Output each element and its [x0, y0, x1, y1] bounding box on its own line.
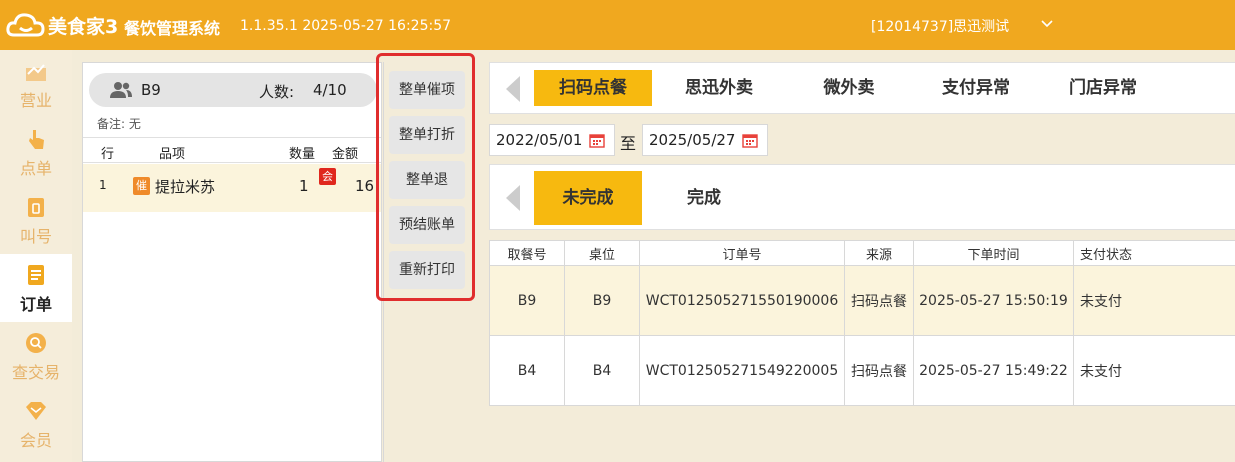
nav-item-order-dish[interactable]: 点单 [0, 118, 72, 186]
date-from-input[interactable]: 2022/05/01 [489, 124, 615, 156]
highlight-frame [376, 53, 475, 301]
nav-label: 点单 [19, 159, 52, 178]
calendar-icon[interactable] [589, 132, 605, 148]
source-tabs: 扫码点餐 思迅外卖 微外卖 支付异常 门店异常 [489, 62, 1235, 114]
cell-pickup-number: B9 [489, 265, 565, 336]
logo-text: 美食家3 [48, 15, 119, 38]
col-table: 桌位 [564, 240, 640, 266]
app-title: 餐饮管理系统 [124, 19, 221, 38]
account-name[interactable]: [12014737]思迅测试 [871, 16, 1009, 36]
date-from-value: 2022/05/01 [496, 131, 583, 149]
col-order-number: 订单号 [639, 240, 845, 266]
cloud-logo-icon [6, 13, 45, 37]
item-amount: 16 [355, 177, 375, 195]
item-index: 1 [99, 178, 107, 192]
cell-payment-status: 未支付 [1073, 265, 1235, 336]
tab-incomplete[interactable]: 未完成 [534, 171, 642, 225]
status-back-arrow-icon[interactable] [506, 185, 520, 211]
people-icon [110, 82, 132, 98]
table-header-row: 取餐号 桌位 订单号 来源 下单时间 支付状态 [489, 240, 1235, 266]
table-row[interactable]: B9 B9 WCT012505271550190006 扫码点餐 2025-05… [489, 265, 1235, 336]
col-row: 行 [101, 147, 115, 162]
cell-order-number: WCT012505271549220005 [639, 335, 845, 406]
number-ticket-icon [28, 198, 44, 217]
order-note: 备注: 无 [97, 117, 141, 131]
cell-pickup-number: B4 [489, 335, 565, 406]
nav-item-transactions[interactable]: 查交易 [0, 322, 72, 390]
tab-payment-exception[interactable]: 支付异常 [917, 70, 1035, 106]
table-number: B9 [141, 81, 161, 99]
tab-wechat-takeout[interactable]: 微外卖 [790, 70, 908, 106]
table-info-pill: B9 人数: 4/10 [89, 73, 377, 107]
cell-order-time: 2025-05-27 15:50:19 [913, 265, 1074, 336]
col-qty: 数量 [289, 147, 316, 162]
table-row[interactable]: B4 B4 WCT012505271549220005 扫码点餐 2025-05… [489, 335, 1235, 406]
tab-store-exception[interactable]: 门店异常 [1044, 70, 1162, 106]
item-name: 提拉米苏 [155, 178, 216, 196]
chart-icon [26, 64, 46, 81]
version-text: 1.1.35.1 2025-05-27 16:25:57 [240, 18, 452, 34]
member-price-badge: 会 [319, 168, 336, 185]
date-to-value: 2025/05/27 [649, 131, 736, 149]
nav-label: 订单 [19, 295, 52, 314]
col-payment-status: 支付状态 [1073, 240, 1235, 266]
cell-table: B9 [564, 265, 640, 336]
items-header: 行 品项 数量 金额 [83, 137, 381, 163]
cell-payment-status: 未支付 [1073, 335, 1235, 406]
nav-item-call-number[interactable]: 叫号 [0, 186, 72, 254]
col-amount: 金额 [332, 147, 359, 162]
chevron-down-icon[interactable] [1040, 17, 1054, 31]
nav-item-members[interactable]: 会员 [0, 390, 72, 458]
tab-complete[interactable]: 完成 [650, 171, 758, 225]
col-source: 来源 [844, 240, 914, 266]
calendar-icon[interactable] [742, 132, 758, 148]
order-detail-panel: B9 人数: 4/10 备注: 无 行 品项 数量 金额 1 催 提拉米苏 1 … [82, 62, 382, 462]
tabs-back-arrow-icon[interactable] [506, 76, 520, 102]
tab-sixun-takeout[interactable]: 思迅外卖 [660, 70, 778, 106]
item-qty: 1 [299, 177, 309, 195]
status-tabs: 未完成 完成 [489, 164, 1235, 230]
app-logo: 美食家3 [6, 11, 118, 39]
cell-order-time: 2025-05-27 15:49:22 [913, 335, 1074, 406]
left-nav: 营业 点单 叫号 订单 查交易 会员 [0, 50, 72, 462]
search-transaction-icon [26, 333, 46, 353]
col-pickup-number: 取餐号 [489, 240, 565, 266]
orders-table: 取餐号 桌位 订单号 来源 下单时间 支付状态 B9 B9 WCT0125052… [489, 240, 1235, 406]
people-label: 人数: [259, 83, 295, 101]
date-range-separator: 至 [620, 134, 637, 153]
hand-pointer-icon [29, 130, 44, 149]
nav-item-orders[interactable]: 订单 [0, 254, 72, 322]
nav-label: 营业 [19, 91, 52, 110]
cell-order-number: WCT012505271550190006 [639, 265, 845, 336]
order-item-row[interactable]: 1 催 提拉米苏 1 会 16 [83, 164, 381, 212]
tab-scan-order[interactable]: 扫码点餐 [534, 70, 652, 106]
cell-source: 扫码点餐 [844, 265, 914, 336]
urge-badge: 催 [133, 177, 150, 195]
nav-label: 叫号 [19, 227, 52, 246]
col-order-time: 下单时间 [913, 240, 1074, 266]
member-diamond-icon [26, 402, 46, 420]
nav-label: 查交易 [11, 363, 60, 382]
col-item: 品项 [159, 147, 186, 162]
top-bar: 美食家3 餐饮管理系统 1.1.35.1 2025-05-27 16:25:57… [0, 0, 1235, 50]
order-list-icon [28, 265, 44, 285]
date-to-input[interactable]: 2025/05/27 [642, 124, 768, 156]
people-count: 4/10 [313, 81, 347, 99]
cell-source: 扫码点餐 [844, 335, 914, 406]
cell-table: B4 [564, 335, 640, 406]
nav-item-business[interactable]: 营业 [0, 50, 72, 118]
nav-label: 会员 [19, 431, 52, 450]
